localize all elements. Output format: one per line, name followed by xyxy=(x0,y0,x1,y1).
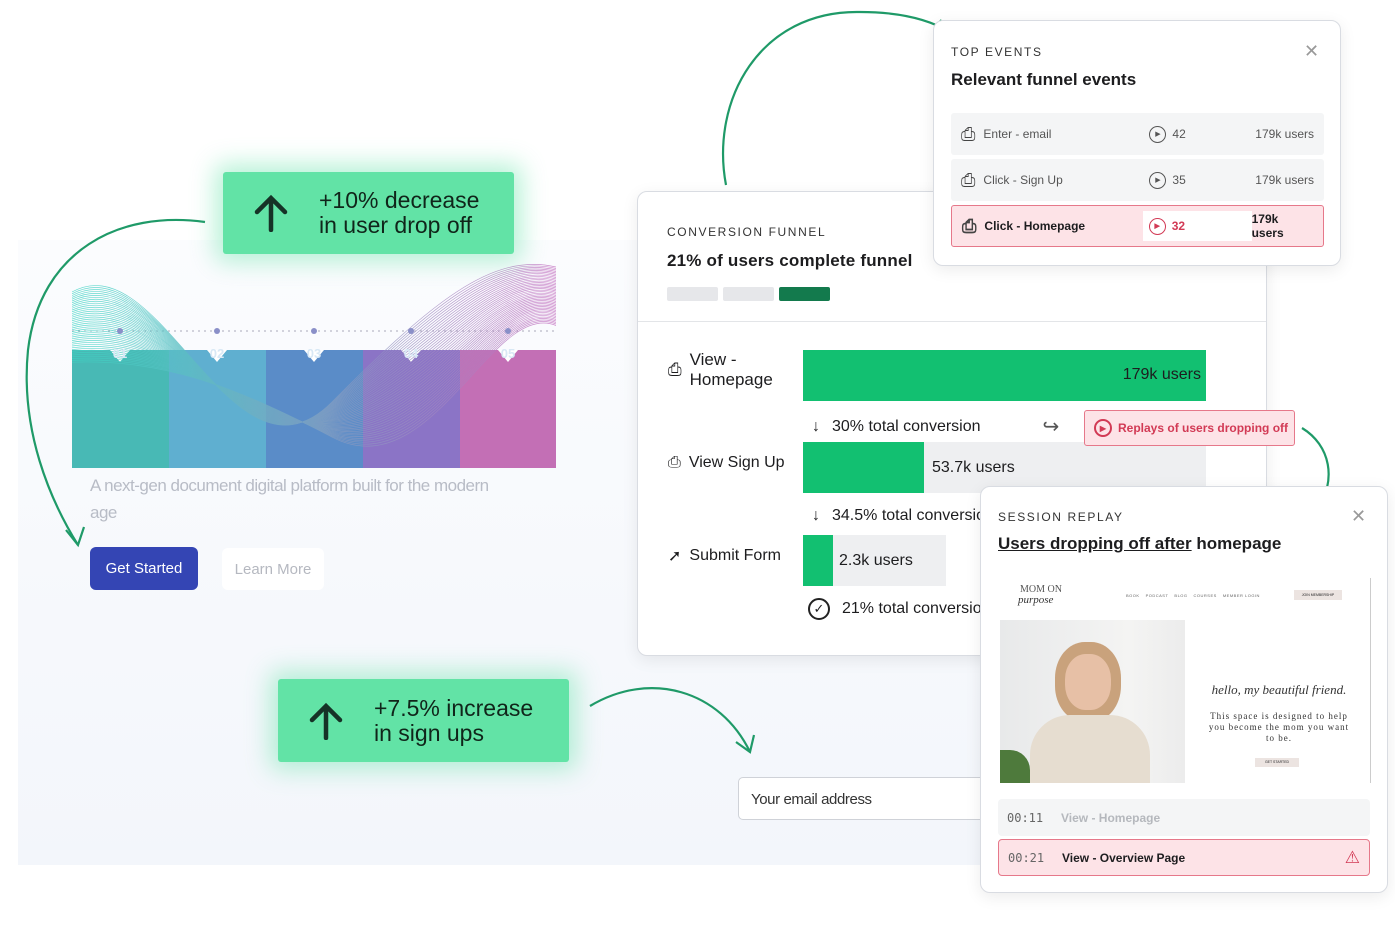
arrow-up-icon xyxy=(223,194,319,232)
replay-count[interactable]: ▶ 42 xyxy=(1143,125,1253,143)
arrow-to-get-started xyxy=(25,218,206,546)
conversion-label: ↓ 34.5% total conversion xyxy=(812,507,994,524)
conversion-label: ✓ 21% total conversion xyxy=(808,598,991,620)
timeline-row[interactable]: 00:21 View - Overview Page ⚠ xyxy=(998,839,1370,876)
bar-value: 2.3k users xyxy=(839,552,913,569)
event-row[interactable]: ⎙ Click - Homepage ▶ 32 179k users xyxy=(951,205,1324,247)
callout-sign-ups: +7.5% increase in sign ups xyxy=(278,679,569,762)
step-label-submit-form: ➚ Submit Form xyxy=(668,547,781,565)
event-row[interactable]: ⎙ Enter - email ▶ 42 179k users xyxy=(951,113,1324,155)
bar-value: 179k users xyxy=(1122,366,1201,383)
event-users: 179k users xyxy=(1255,127,1314,141)
callout-line1: +10% decrease xyxy=(319,187,480,213)
funnel-bar[interactable]: 2.3k users xyxy=(803,535,946,586)
arrow-right-icon: ↪ xyxy=(1042,416,1060,438)
arrow-to-top-events xyxy=(721,10,951,186)
preview-nav-item: MEMBER LOGIN xyxy=(1222,593,1260,598)
funnel-eyebrow: CONVERSION FUNNEL xyxy=(667,225,827,239)
replay-eyebrow: SESSION REPLAY xyxy=(998,510,1124,524)
timeline-row[interactable]: 00:11 View - Homepage xyxy=(998,799,1370,836)
event-users: 179k users xyxy=(1255,173,1314,187)
replay-icon: ▶ xyxy=(1094,419,1112,437)
timestamp: 00:21 xyxy=(1008,850,1045,865)
bar-value: 53.7k users xyxy=(932,459,1015,476)
funnel-bar[interactable]: 179k users xyxy=(803,350,1206,401)
event-name: Click - Sign Up xyxy=(983,173,1063,187)
top-events-card: TOP EVENTS ✕ Relevant funnel events ⎙ Ent… xyxy=(933,20,1341,266)
replay-icon: ▶ xyxy=(1149,171,1167,189)
preview-nav-item: COURSES xyxy=(1193,593,1217,598)
preview-photo xyxy=(1000,620,1185,783)
replay-page-icon: ⎙ xyxy=(961,123,976,144)
replays-dropping-off-button[interactable]: ▶ Replays of users dropping off xyxy=(1084,410,1295,446)
timeline-event: View - Overview Page xyxy=(1062,850,1186,865)
arrow-down-icon: ↓ xyxy=(812,507,820,524)
replay-icon: ▶ xyxy=(1148,217,1166,235)
divider xyxy=(638,321,1266,322)
replay-page-icon: ⎙ xyxy=(668,454,681,471)
replay-icon: ▶ xyxy=(1149,125,1167,143)
replay-title: Users dropping off after homepage xyxy=(998,534,1282,553)
replay-title-link[interactable]: Users dropping off after xyxy=(998,534,1192,553)
event-name: Enter - email xyxy=(983,127,1052,141)
conversion-label: ↓ 30% total conversion ↪ xyxy=(812,416,1060,438)
arrow-up-icon xyxy=(278,702,374,740)
callout-line2: in sign ups xyxy=(374,719,484,746)
top-events-title: Relevant funnel events xyxy=(951,70,1137,89)
replay-count[interactable]: ▶ 32 xyxy=(1142,211,1252,241)
preview-nav-item: PODCAST xyxy=(1145,593,1169,598)
replay-count[interactable]: ▶ 35 xyxy=(1143,171,1253,189)
preview-nav: BOOK PODCAST BLOG COURSES MEMBER LOGIN xyxy=(1126,593,1260,598)
callout-drop-off: +10% decrease in user drop off xyxy=(223,172,514,254)
preview-brand-script: purpose xyxy=(1018,594,1054,606)
preview-body: This space is designed to help you becom… xyxy=(1208,711,1350,743)
replay-preview[interactable]: MOM ON purpose BOOK PODCAST BLOG COURSES MEM… xyxy=(998,578,1371,783)
timestamp: 00:11 xyxy=(1007,810,1044,825)
warning-icon: ⚠ xyxy=(1344,847,1360,867)
timeline-event: View - Homepage xyxy=(1061,810,1161,825)
callout-line1: +7.5% increase xyxy=(374,694,534,721)
preview-script: hello, my beautiful friend. xyxy=(1211,682,1347,697)
event-row[interactable]: ⎙ Click - Sign Up ▶ 35 179k users xyxy=(951,159,1324,201)
preview-nav-item: BOOK xyxy=(1126,593,1140,598)
arrow-down-icon: ↓ xyxy=(812,417,820,435)
funnel-progress-pills xyxy=(667,287,830,301)
replay-page-icon: ⎙ xyxy=(962,215,977,236)
replay-page-icon: ⎙ xyxy=(668,360,682,379)
cursor-click-icon: ➚ xyxy=(668,548,682,565)
close-icon[interactable]: ✕ xyxy=(1351,506,1366,527)
top-events-eyebrow: TOP EVENTS xyxy=(951,45,1043,59)
step-label-view-homepage: ⎙ View - Homepage xyxy=(668,350,773,389)
step-label-view-sign-up: ⎙ View Sign Up xyxy=(668,454,785,471)
preview-cta: JOIN MEMBERSHIP xyxy=(1294,590,1342,600)
funnel-title: 21% of users complete funnel xyxy=(667,251,913,270)
arrow-to-email xyxy=(589,687,751,753)
session-replay-card: SESSION REPLAY ✕ Users dropping off afte… xyxy=(980,486,1388,893)
event-name: Click - Homepage xyxy=(984,219,1086,233)
check-circle-icon: ✓ xyxy=(808,598,830,620)
close-icon[interactable]: ✕ xyxy=(1304,41,1319,62)
preview-button: GET STARTED xyxy=(1255,758,1299,767)
callout-line2: in user drop off xyxy=(319,212,473,238)
event-users: 179k users xyxy=(1251,212,1284,240)
replay-page-icon: ⎙ xyxy=(961,169,976,190)
preview-nav-item: BLOG xyxy=(1174,593,1188,598)
